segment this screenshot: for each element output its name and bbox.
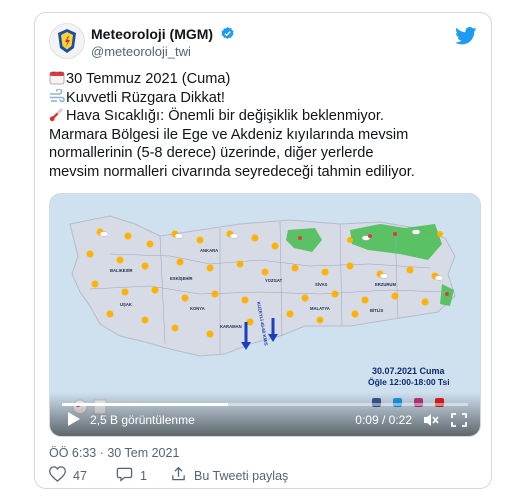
author-handle[interactable]: @meteoroloji_twi bbox=[91, 44, 191, 59]
map-city-label: ANKARA bbox=[200, 248, 218, 253]
video-time: 0:09 / 0:22 bbox=[355, 413, 412, 427]
reply-icon bbox=[116, 466, 133, 485]
svg-text:KONYA: KONYA bbox=[190, 306, 205, 311]
svg-text:ESKİŞEHİR: ESKİŞEHİR bbox=[170, 276, 193, 281]
tweet-line: 30 Temmuz 2021 (Cuma) bbox=[49, 70, 481, 89]
twitter-bird-icon[interactable] bbox=[455, 27, 477, 50]
svg-text:BALIKESİR: BALIKESİR bbox=[110, 268, 133, 273]
tweet-line: Marmara Bölgesi ile Ege ve Akdeniz kıyıl… bbox=[49, 126, 409, 143]
svg-text:ERZURUM: ERZURUM bbox=[375, 282, 396, 287]
video-progress-bar[interactable] bbox=[62, 403, 468, 406]
video-overlay-time: Öğle 12:00-18:00 Tsi bbox=[368, 377, 450, 387]
share-icon bbox=[170, 466, 187, 485]
tweet-line: Kuvvetli Rüzgara Dikkat! bbox=[49, 87, 481, 108]
video-overlay-date: 30.07.2021 Cuma bbox=[372, 366, 445, 376]
reply-button[interactable]: 1 bbox=[116, 466, 147, 485]
tweet-line: Hava Sıcaklığı: Önemli bir değişiklik be… bbox=[49, 107, 481, 126]
svg-text:UŞAK: UŞAK bbox=[120, 302, 132, 307]
tweet-text: 30 Temmuz 2021 (Cuma) Kuvvetli Rüzgara D… bbox=[49, 70, 481, 182]
calendar-icon bbox=[49, 70, 65, 85]
tweet-line: normallerinin (5-8 derece) üzerinde, diğ… bbox=[49, 145, 374, 162]
video-progress-fill bbox=[62, 403, 229, 406]
verified-badge-icon bbox=[220, 26, 235, 44]
author-name[interactable]: Meteoroloji (MGM) bbox=[91, 26, 235, 44]
video-player[interactable]: ANKARA BALIKESİR ESKİŞEHİR YOZGAT SİVAS ER… bbox=[49, 193, 481, 437]
tweet-timestamp[interactable]: ÖÖ 6:33 · 30 Tem 2021 bbox=[49, 446, 179, 460]
share-label: Bu Tweeti paylaş bbox=[194, 468, 289, 483]
fullscreen-icon[interactable] bbox=[450, 412, 468, 428]
svg-text:YOZGAT: YOZGAT bbox=[265, 278, 283, 283]
tweet-line: mevsim normalleri civarında seyredeceği … bbox=[49, 163, 415, 180]
volume-icon[interactable] bbox=[422, 412, 440, 428]
share-button[interactable]: Bu Tweeti paylaş bbox=[170, 466, 288, 485]
svg-text:MALATYA: MALATYA bbox=[310, 306, 330, 311]
tweet-card[interactable]: Meteoroloji (MGM) @meteoroloji_twi 30 Te… bbox=[34, 12, 492, 489]
video-view-count: 2,5 B görüntülenme bbox=[90, 413, 195, 427]
heart-icon bbox=[49, 466, 66, 485]
svg-text:KARAMAN: KARAMAN bbox=[220, 324, 242, 329]
reply-count: 1 bbox=[140, 468, 147, 483]
author-avatar[interactable] bbox=[49, 23, 85, 59]
svg-text:SİVAS: SİVAS bbox=[315, 282, 327, 287]
svg-text:BİTLİS: BİTLİS bbox=[370, 308, 383, 313]
like-button[interactable]: 47 bbox=[49, 466, 87, 485]
play-icon[interactable] bbox=[64, 410, 82, 428]
video-controls: 2,5 B görüntülenme 0:09 / 0:22 bbox=[50, 392, 480, 436]
thermometer-icon bbox=[49, 107, 65, 122]
wind-icon bbox=[49, 87, 65, 104]
like-count: 47 bbox=[73, 468, 87, 483]
